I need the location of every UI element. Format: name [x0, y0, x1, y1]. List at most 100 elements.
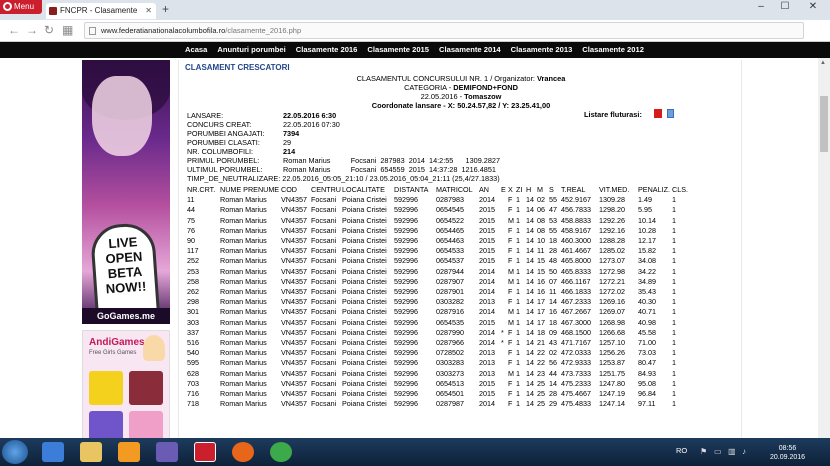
- table-cell: F: [508, 297, 513, 307]
- table-cell: 301: [187, 307, 199, 317]
- vs-icon[interactable]: [156, 442, 178, 462]
- table-row: 718 Roman Marius VN4357 Focsani Poiana Crist…: [187, 399, 692, 409]
- table-cell: 2013: [479, 358, 495, 368]
- firefox-icon[interactable]: [232, 442, 254, 462]
- table-cell: 337: [187, 327, 199, 337]
- table-cell: Roman Marius: [220, 378, 267, 388]
- table-cell: 10.28: [638, 225, 656, 235]
- andigames-ad-banner[interactable]: AndiGames Free Girls Games: [82, 330, 170, 446]
- start-button[interactable]: [2, 440, 28, 464]
- table-cell: Poiana Cristei: [342, 205, 387, 215]
- scroll-up-icon[interactable]: ▲: [820, 60, 826, 66]
- back-icon[interactable]: ←: [8, 23, 20, 37]
- media-player-icon[interactable]: [118, 442, 140, 462]
- clock-date: 20.09.2016: [770, 454, 806, 461]
- document-icon[interactable]: [667, 109, 674, 118]
- table-cell: Roman Marius: [220, 368, 267, 378]
- table-header-cell: AN: [479, 185, 489, 194]
- nav-clasamente-2014[interactable]: Clasamente 2014: [439, 42, 501, 58]
- table-header-cell: CENTRU: [311, 185, 341, 194]
- table-cell: F: [508, 225, 513, 235]
- speed-dial-icon[interactable]: ▦: [62, 23, 73, 37]
- table-cell: 0654533: [436, 246, 464, 256]
- language-indicator[interactable]: RO: [676, 446, 687, 455]
- table-cell: 14: [526, 256, 534, 266]
- browser-tab-active[interactable]: FNCPR - Clasamente 2016 ✕: [46, 3, 156, 31]
- table-cell: 12.17: [638, 236, 656, 246]
- nav-clasamente-2013[interactable]: Clasamente 2013: [511, 42, 573, 58]
- explorer-icon[interactable]: [80, 442, 102, 462]
- nav-clasamente-2012[interactable]: Clasamente 2012: [582, 42, 644, 58]
- table-cell: Focsani: [311, 215, 337, 225]
- table-cell: 1268.98: [599, 317, 625, 327]
- table-cell: 473.7333: [561, 368, 591, 378]
- chrome-icon[interactable]: [270, 442, 292, 462]
- url-input[interactable]: www.federatianationalacolumbofila.ro/cla…: [84, 22, 804, 39]
- table-cell: 43: [549, 338, 557, 348]
- table-cell: Focsani: [311, 358, 337, 368]
- table-cell: VN4357: [281, 348, 307, 358]
- opera-menu-button[interactable]: Menu: [0, 0, 42, 14]
- gogames-ad-banner[interactable]: LIVE OPEN BETA NOW!! GoGames.me: [82, 60, 170, 324]
- table-cell: 15: [537, 256, 545, 266]
- tray-flag-icon[interactable]: ⚑: [700, 447, 707, 456]
- table-cell: 472.0333: [561, 348, 591, 358]
- table-cell: 592996: [394, 317, 418, 327]
- table-cell: M: [508, 276, 514, 286]
- table-cell: Poiana Cristei: [342, 236, 387, 246]
- table-cell: 1247.19: [599, 389, 625, 399]
- nav-acasa[interactable]: Acasa: [185, 42, 207, 58]
- table-cell: 1: [672, 256, 676, 266]
- table-cell: Focsani: [311, 399, 337, 409]
- system-clock[interactable]: 08:56 20.09.2016: [770, 444, 805, 462]
- new-tab-button[interactable]: +: [162, 2, 169, 16]
- table-cell: 458.8833: [561, 215, 591, 225]
- table-cell: Poiana Cristei: [342, 389, 387, 399]
- table-cell: 02: [537, 195, 545, 205]
- nav-anunturi[interactable]: Anunturi porumbei: [217, 42, 285, 58]
- maximize-button[interactable]: ☐: [774, 0, 796, 14]
- table-cell: 14: [526, 358, 534, 368]
- table-cell: 1: [672, 287, 676, 297]
- table-header-row: NR.CRT. NUME PRENUME COD CENTRU LOCALITATE DI…: [187, 185, 692, 195]
- opera-taskbar-icon[interactable]: [194, 442, 216, 462]
- tray-network-icon[interactable]: ▥: [728, 447, 736, 456]
- table-cell: Poiana Cristei: [342, 287, 387, 297]
- reload-icon[interactable]: ↻: [44, 23, 54, 37]
- table-cell: [501, 358, 508, 368]
- nav-clasamente-2015[interactable]: Clasamente 2015: [367, 42, 429, 58]
- spongebob-tile-icon[interactable]: [89, 371, 123, 405]
- table-cell: 75: [187, 215, 195, 225]
- tray-volume-icon[interactable]: ♪: [742, 447, 746, 456]
- table-cell: 2015: [479, 389, 495, 399]
- table-cell: Poiana Cristei: [342, 399, 387, 409]
- tray-battery-icon[interactable]: ▭: [714, 447, 722, 456]
- page-scrollbar[interactable]: ▲: [818, 58, 830, 438]
- close-window-button[interactable]: ✕: [798, 0, 828, 14]
- organizer: Vrancea: [537, 74, 566, 83]
- nav-clasamente-2016[interactable]: Clasamente 2016: [296, 42, 358, 58]
- scrollbar-thumb[interactable]: [820, 96, 828, 152]
- table-cell: 96.84: [638, 389, 656, 399]
- table-cell: Roman Marius: [220, 348, 267, 358]
- ie-icon[interactable]: [42, 442, 64, 462]
- table-cell: 0303282: [436, 297, 464, 307]
- table-cell: 14: [549, 378, 557, 388]
- table-cell: Poiana Cristei: [342, 256, 387, 266]
- table-cell: VN4357: [281, 378, 307, 388]
- table-cell: 592996: [394, 307, 418, 317]
- forward-icon[interactable]: →: [26, 23, 38, 37]
- minimize-button[interactable]: –: [750, 0, 772, 14]
- table-cell: 45.58: [638, 327, 656, 337]
- table-row: 703 Roman Marius VN4357 Focsani Poiana Crist…: [187, 379, 692, 389]
- table-cell: 22: [537, 358, 545, 368]
- table-cell: F: [508, 236, 513, 246]
- table-cell: Poiana Cristei: [342, 338, 387, 348]
- monster-tile-icon[interactable]: [129, 371, 163, 405]
- table-cell: 2014: [479, 287, 495, 297]
- tab-close-icon[interactable]: ✕: [145, 3, 152, 19]
- table-row: 252 Roman Marius VN4357 Focsani Poiana Crist…: [187, 256, 692, 266]
- table-cell: 1: [672, 276, 676, 286]
- table-cell: 2015: [479, 215, 495, 225]
- pdf-icon[interactable]: [654, 109, 662, 118]
